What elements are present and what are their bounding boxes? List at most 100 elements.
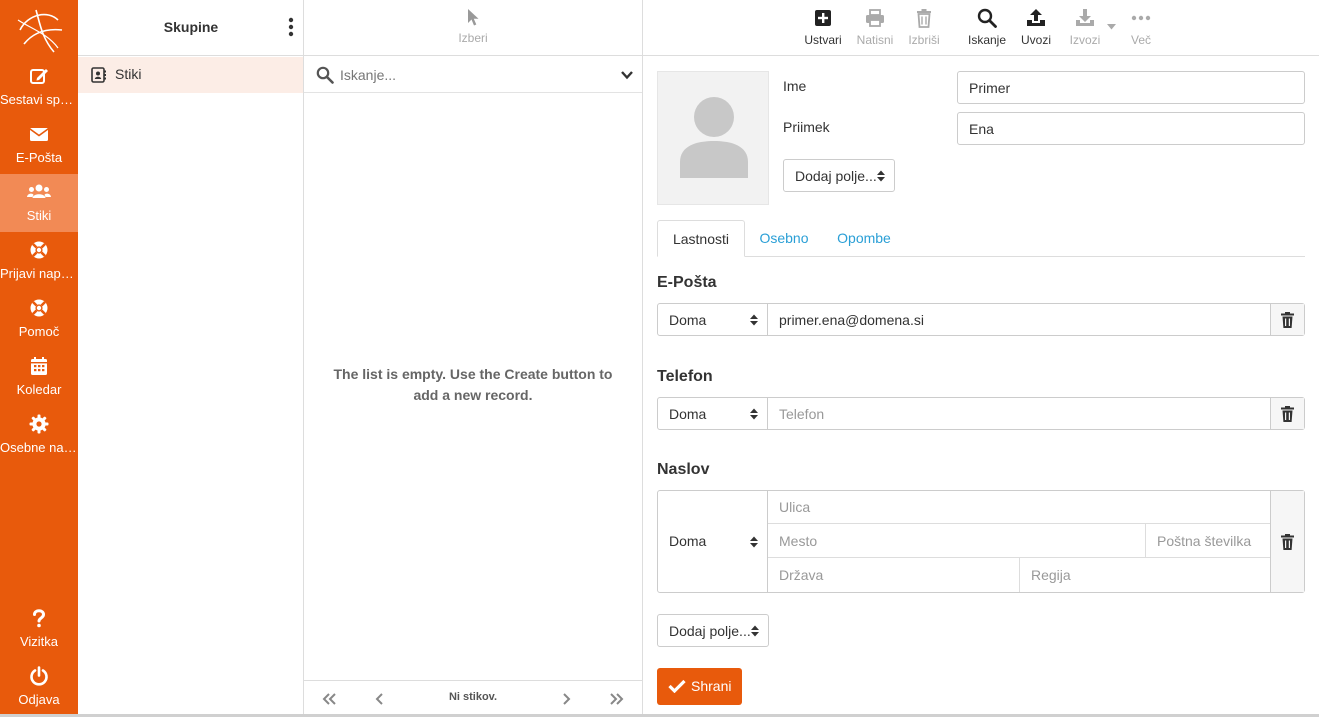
country-input[interactable] xyxy=(768,558,1020,592)
pagination: Ni stikov. xyxy=(304,680,642,717)
contact-photo[interactable] xyxy=(657,71,769,205)
groups-header: Skupine xyxy=(78,0,303,56)
address-type-select[interactable]: Doma xyxy=(658,491,768,592)
nav-item-help[interactable]: Pomoč xyxy=(0,290,78,348)
nav-item-label: Osebne nastavitve xyxy=(0,440,78,455)
phone-input[interactable] xyxy=(768,398,1271,429)
add-field-select-label: Dodaj polje... xyxy=(795,168,877,184)
app-logo-icon[interactable] xyxy=(14,4,66,56)
nav-item-label: Prijavi napako xyxy=(0,266,78,281)
nav-item-contacts[interactable]: Stiki xyxy=(0,174,78,232)
email-input[interactable] xyxy=(768,304,1271,335)
email-row: Doma xyxy=(657,303,1305,336)
region-input[interactable] xyxy=(1020,558,1271,592)
export-button-label: Izvozi xyxy=(1069,33,1101,47)
printer-icon xyxy=(866,9,884,27)
main-navigation: Sestavi sporočilo E-Pošta Stiki Prijavi … xyxy=(0,0,78,717)
trash-icon xyxy=(1281,406,1294,422)
email-type-select[interactable]: Doma xyxy=(658,304,768,335)
search-bar xyxy=(304,57,642,93)
previous-page-icon[interactable] xyxy=(371,691,389,707)
checkmark-icon xyxy=(668,679,686,693)
address-book-icon xyxy=(91,67,106,83)
city-input[interactable] xyxy=(768,524,1146,558)
nav-item-settings[interactable]: Osebne nastavitve xyxy=(0,406,78,464)
export-button[interactable]: Izvozi xyxy=(1065,6,1105,52)
search-icon xyxy=(977,8,997,28)
address-type-label: Doma xyxy=(669,533,707,549)
kebab-menu-icon[interactable] xyxy=(286,17,296,37)
import-button-label: Uvozi xyxy=(1020,33,1051,47)
empty-list-message: The list is empty. Use the Create button… xyxy=(333,366,613,403)
print-button[interactable]: Natisni xyxy=(853,6,897,52)
chevron-down-icon[interactable] xyxy=(620,69,634,81)
more-button-label: Več xyxy=(1130,33,1151,47)
gear-icon xyxy=(29,414,49,434)
sort-arrows-icon xyxy=(750,408,758,420)
nav-item-about[interactable]: Vizitka xyxy=(0,600,78,658)
lifebuoy-icon xyxy=(30,299,48,317)
envelope-icon xyxy=(29,128,49,141)
address-section-title: Naslov xyxy=(657,461,710,478)
phone-type-select[interactable]: Doma xyxy=(658,398,768,429)
download-icon xyxy=(1076,9,1094,26)
group-item-contacts[interactable]: Stiki xyxy=(78,57,303,93)
contact-form: Ime Priimek Dodaj polje... Lastnosti Ose… xyxy=(643,57,1319,717)
search-button-label: Iskanje xyxy=(967,33,1007,47)
first-page-icon[interactable] xyxy=(320,691,338,707)
sort-arrows-icon xyxy=(750,314,758,326)
cursor-icon xyxy=(468,9,479,26)
last-page-icon[interactable] xyxy=(608,691,626,707)
tab-notes[interactable]: Opombe xyxy=(833,220,895,257)
caret-down-icon[interactable] xyxy=(1107,24,1116,30)
pager-status: Ni stikov. xyxy=(448,691,498,703)
nav-item-logout[interactable]: Odjava xyxy=(0,658,78,716)
more-button[interactable]: Več xyxy=(1123,6,1159,52)
trash-icon xyxy=(917,9,931,28)
nav-item-label: Koledar xyxy=(16,382,62,397)
delete-button[interactable]: Izbriši xyxy=(904,6,944,52)
nav-item-email[interactable]: E-Pošta xyxy=(0,116,78,174)
save-button-label: Shrani xyxy=(691,678,732,694)
delete-phone-button[interactable] xyxy=(1270,398,1304,429)
save-button[interactable]: Shrani xyxy=(657,668,742,705)
phone-section-title: Telefon xyxy=(657,368,713,385)
delete-email-button[interactable] xyxy=(1270,304,1304,335)
question-icon xyxy=(33,609,46,628)
import-button[interactable]: Uvozi xyxy=(1018,6,1054,52)
trash-icon xyxy=(1281,312,1294,328)
ellipsis-icon xyxy=(1131,15,1151,21)
groups-panel: Skupine Stiki xyxy=(78,0,304,717)
street-input[interactable] xyxy=(768,491,1271,524)
add-field-bottom-label: Dodaj polje... xyxy=(669,623,751,639)
search-input[interactable] xyxy=(340,63,610,87)
address-row: Doma xyxy=(657,490,1305,593)
nav-item-label: E-Pošta xyxy=(15,150,63,165)
next-page-icon[interactable] xyxy=(557,691,575,707)
create-button[interactable]: Ustvari xyxy=(801,6,845,52)
lifebuoy-icon xyxy=(30,241,48,259)
select-button[interactable]: Izberi xyxy=(444,6,502,50)
last-name-label: Priimek xyxy=(783,119,830,135)
contact-list-panel: Izberi The list is empty. Use the Create… xyxy=(304,0,643,717)
nav-item-compose[interactable]: Sestavi sporočilo xyxy=(0,58,78,116)
delete-address-button[interactable] xyxy=(1270,491,1304,592)
search-button[interactable]: Iskanje xyxy=(965,6,1009,52)
email-section-title: E-Pošta xyxy=(657,274,717,291)
user-silhouette-icon xyxy=(680,97,748,178)
tab-properties[interactable]: Lastnosti xyxy=(657,220,745,257)
toolbar: Ustvari Natisni Izbriši Iskanje Uvozi Iz… xyxy=(643,0,1319,56)
first-name-label: Ime xyxy=(783,78,807,94)
list-header: Izberi xyxy=(304,0,642,56)
nav-item-label: Stiki xyxy=(26,208,52,223)
compose-icon xyxy=(30,69,48,84)
last-name-input[interactable] xyxy=(957,112,1305,145)
tab-personal[interactable]: Osebno xyxy=(753,220,815,257)
nav-item-calendar[interactable]: Koledar xyxy=(0,348,78,406)
nav-item-label: Pomoč xyxy=(18,324,60,339)
first-name-input[interactable] xyxy=(957,71,1305,104)
nav-item-report-bug[interactable]: Prijavi napako xyxy=(0,232,78,290)
add-field-bottom-select[interactable]: Dodaj polje... xyxy=(657,614,769,647)
postal-code-input[interactable] xyxy=(1146,524,1271,558)
add-field-select[interactable]: Dodaj polje... xyxy=(783,159,895,192)
